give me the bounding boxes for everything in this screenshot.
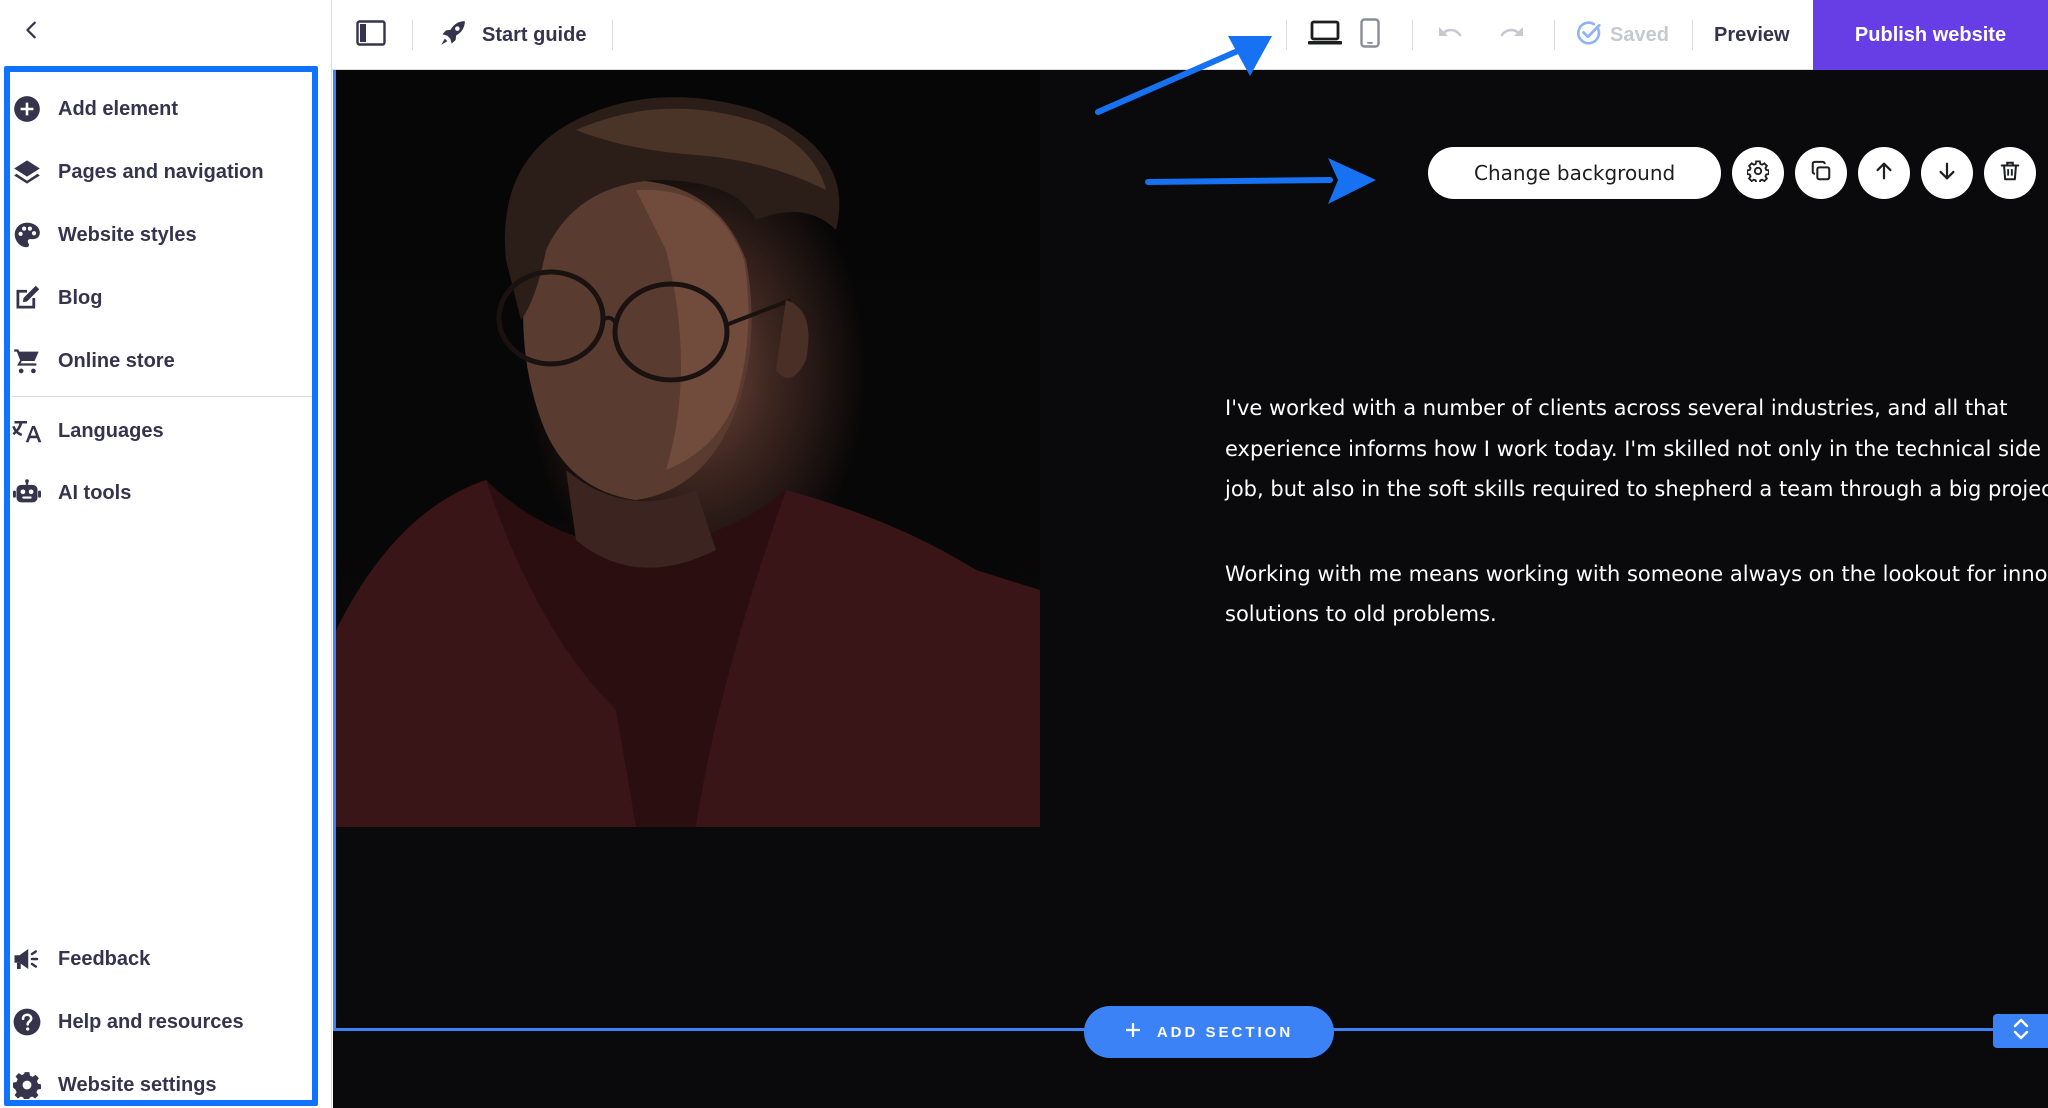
text-line: job, but also in the soft skills require… [1225, 477, 2048, 501]
paragraph-2: Working with me means working with someo… [1225, 554, 2048, 635]
sidebar-item-label: AI tools [58, 481, 132, 504]
saved-label: Saved [1610, 23, 1669, 46]
megaphone-icon [12, 944, 42, 974]
sidebar-item-help-and-resources[interactable]: Help and resources [12, 998, 312, 1046]
top-toolbar: Start guide Saved Preview Publish websit… [332, 0, 2048, 70]
sidebar-item-website-settings[interactable]: Website settings [12, 1061, 312, 1108]
check-circle-icon [1576, 20, 1602, 51]
robot-icon [12, 478, 42, 508]
sidebar-item-blog[interactable]: Blog [12, 274, 312, 322]
sidebar: Add element Pages and navigation Website… [0, 0, 332, 1108]
mobile-view-button[interactable] [1360, 0, 1380, 70]
sidebar-item-website-styles[interactable]: Website styles [12, 211, 312, 259]
section-toolbar: Change background [1428, 147, 2037, 199]
website-builder-app: Add element Pages and navigation Website… [0, 0, 2048, 1108]
sidebar-item-languages[interactable]: Languages [12, 407, 312, 455]
move-section-down-button[interactable] [1921, 147, 1974, 199]
toolbar-separator [1412, 20, 1413, 50]
gear-icon [1746, 159, 1770, 187]
desktop-view-button[interactable] [1308, 0, 1342, 70]
cart-icon [12, 346, 42, 376]
sidebar-item-label: Feedback [58, 947, 151, 970]
sidebar-item-label: Languages [58, 419, 164, 442]
toggle-sidebar-button[interactable] [356, 0, 386, 70]
sidebar-item-pages-and-navigation[interactable]: Pages and navigation [12, 148, 312, 196]
layers-icon [12, 157, 42, 187]
sidebar-item-add-element[interactable]: Add element [12, 85, 312, 133]
preview-label: Preview [1714, 23, 1790, 46]
text-line: I've worked with a number of clients acr… [1225, 396, 2008, 420]
sidebar-item-label: Blog [58, 286, 103, 309]
paragraph-1: I've worked with a number of clients acr… [1225, 388, 2048, 510]
translate-icon [12, 416, 42, 446]
portrait-image[interactable] [336, 70, 1040, 827]
add-section-label: ADD SECTION [1156, 1023, 1294, 1041]
toolbar-separator [1692, 20, 1693, 50]
sidebar-item-online-store[interactable]: Online store [12, 337, 312, 385]
redo-icon [1496, 22, 1526, 49]
toolbar-separator [1286, 20, 1287, 50]
duplicate-section-button[interactable] [1795, 147, 1848, 199]
gear-icon [12, 1070, 42, 1100]
laptop-icon [1308, 20, 1342, 51]
section-settings-button[interactable] [1732, 147, 1785, 199]
undo-button[interactable] [1436, 0, 1466, 70]
sidebar-item-label: Help and resources [58, 1010, 244, 1033]
toolbar-separator [612, 20, 613, 50]
plus-icon [1125, 1022, 1141, 1042]
back-button[interactable] [14, 14, 50, 50]
sidebar-item-label: Online store [58, 349, 175, 372]
text-line: solutions to old problems. [1225, 602, 1497, 626]
add-section-button[interactable]: ADD SECTION [1084, 1006, 1334, 1058]
arrow-up-icon [1873, 160, 1895, 187]
editor-canvas: Change background I've worked with a num… [333, 70, 2048, 1108]
text-line: experience informs how I work today. I'm… [1225, 436, 2048, 461]
copy-icon [1810, 160, 1832, 187]
saved-status: Saved [1576, 0, 1669, 70]
toolbar-separator [1554, 20, 1555, 50]
text-line: Working with me means working with someo… [1225, 561, 2048, 586]
chevron-left-icon [21, 19, 43, 46]
publish-website-button[interactable]: Publish website [1813, 0, 2048, 70]
arrow-down-icon [1936, 160, 1958, 187]
mobile-phone-icon [1360, 17, 1380, 53]
about-text-block[interactable]: I've worked with a number of clients acr… [1225, 388, 2048, 679]
start-guide-button[interactable]: Start guide [438, 0, 586, 70]
sidebar-toggle-icon [356, 19, 386, 51]
sidebar-item-label: Website styles [58, 223, 197, 246]
sidebar-item-label: Website settings [58, 1073, 217, 1096]
palette-icon [12, 220, 42, 250]
help-circle-icon [12, 1007, 42, 1037]
sidebar-divider [12, 396, 312, 397]
start-guide-label: Start guide [482, 23, 587, 46]
edit-icon [12, 283, 42, 313]
rocket-icon [438, 18, 468, 53]
trash-icon [1999, 160, 2021, 187]
sidebar-item-label: Add element [58, 97, 179, 120]
move-section-up-button[interactable] [1858, 147, 1911, 199]
sidebar-item-feedback[interactable]: Feedback [12, 935, 312, 983]
sidebar-item-label: Pages and navigation [58, 160, 264, 183]
toolbar-separator [412, 20, 413, 50]
preview-button[interactable]: Preview [1714, 0, 1790, 70]
undo-icon [1436, 22, 1466, 49]
plus-circle-icon [12, 94, 42, 124]
chevron-up-down-icon [2012, 1016, 2030, 1047]
delete-section-button[interactable] [1984, 147, 2037, 199]
section-resize-handle[interactable] [1993, 1014, 2048, 1048]
change-background-button[interactable]: Change background [1428, 147, 1722, 199]
redo-button[interactable] [1496, 0, 1526, 70]
sidebar-item-ai-tools[interactable]: AI tools [12, 469, 312, 517]
